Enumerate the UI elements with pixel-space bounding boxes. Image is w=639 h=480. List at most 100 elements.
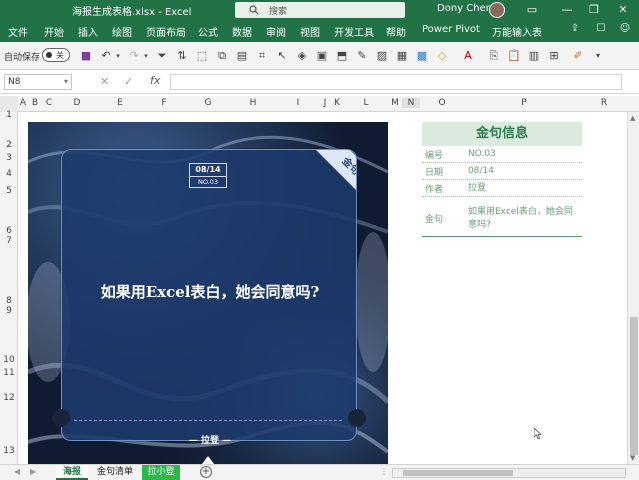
tab-developer[interactable]: 开发工具	[334, 24, 374, 39]
column-header[interactable]: A	[18, 98, 28, 108]
column-header[interactable]: H	[230, 98, 276, 108]
row-header[interactable]: 8	[0, 296, 18, 306]
tab-insert[interactable]: 插入	[78, 24, 98, 39]
tab-split-handle[interactable]: ⋮	[380, 467, 388, 476]
enter-icon[interactable]: ✓	[124, 75, 133, 88]
info-header[interactable]: 金句信息	[422, 122, 582, 146]
column-header[interactable]: E	[98, 98, 142, 108]
cancel-icon[interactable]: ✕	[100, 75, 109, 88]
tab-help[interactable]: 帮助	[386, 24, 406, 39]
row-header[interactable]: 4	[0, 169, 18, 179]
sheet-tab-quote-list[interactable]: 金句清单	[92, 465, 138, 480]
row-header[interactable]: 12	[0, 393, 18, 403]
crop-icon[interactable]: ⌗	[254, 48, 270, 64]
row-header[interactable]: 9	[0, 306, 18, 316]
horizontal-scrollbar[interactable]	[392, 468, 626, 478]
shape-icon[interactable]: ⬚	[194, 48, 210, 64]
close-button[interactable]: ✕	[609, 0, 637, 20]
fill-shape-icon[interactable]: ◈	[294, 48, 310, 64]
tab-view[interactable]: 视图	[300, 24, 320, 39]
info-row-quote[interactable]: 金句 如果用Excel表白，她会同意吗?	[422, 206, 582, 236]
clipboard-icon[interactable]: 📋	[506, 48, 522, 64]
insert-function-icon[interactable]: fx	[150, 74, 160, 87]
scroll-down-icon[interactable]: ▼	[630, 454, 635, 462]
smiley-icon[interactable]: ☺	[616, 23, 634, 39]
avatar[interactable]	[489, 2, 505, 18]
minimize-button[interactable]: —	[553, 0, 581, 20]
name-box[interactable]: N8 ▾	[4, 74, 72, 90]
edit-icon[interactable]: ✎	[354, 48, 370, 64]
column-header[interactable]: P	[464, 98, 584, 108]
info-row-author[interactable]: 作者 拉登	[422, 182, 582, 197]
row-header[interactable]: 7	[0, 236, 18, 246]
poster-image[interactable]: 金句 08/14 NO.03 如果用Excel表白，她会同意吗? — 拉登 —	[28, 122, 388, 464]
prev-sheet-icon[interactable]: ◀	[14, 467, 20, 476]
tab-file[interactable]: 文件	[8, 24, 28, 39]
format-icon[interactable]: ▩	[414, 48, 430, 64]
restore-button[interactable]: ❐	[580, 0, 608, 20]
tab-data[interactable]: 数据	[232, 24, 252, 39]
column-header[interactable]: C	[42, 98, 56, 108]
bring-forward-icon[interactable]: ⬒	[334, 48, 350, 64]
search-box[interactable]: 搜索	[235, 2, 405, 18]
tab-power-pivot[interactable]: Power Pivot	[422, 24, 480, 35]
autosave-toggle[interactable]: 关	[42, 48, 70, 62]
column-header[interactable]: R	[584, 98, 624, 108]
next-sheet-icon[interactable]: ▶	[30, 467, 36, 476]
comment-icon[interactable]: ☐	[592, 23, 610, 39]
fill-color-icon[interactable]: ◇	[434, 48, 450, 64]
formula-input[interactable]	[170, 74, 622, 90]
undo-dropdown-icon[interactable]: ▾	[110, 48, 126, 64]
share-icon[interactable]: ⇪	[566, 23, 584, 39]
save-icon[interactable]: ■	[78, 48, 94, 64]
tab-universal-input[interactable]: 万能输入表	[492, 24, 542, 39]
paste-icon[interactable]: ⎘	[486, 48, 502, 64]
column-header[interactable]: F	[142, 98, 186, 108]
table-icon[interactable]: ▦	[394, 48, 410, 64]
row-header[interactable]: 6	[0, 226, 18, 236]
scroll-thumb[interactable]	[403, 470, 513, 476]
info-row-date[interactable]: 日期 08/14	[422, 165, 582, 180]
scroll-thumb[interactable]	[630, 317, 638, 455]
number-format-icon[interactable]: ⊞	[546, 48, 562, 64]
select-icon[interactable]: ↖	[274, 48, 290, 64]
column-header[interactable]: D	[56, 98, 98, 108]
column-header[interactable]: G	[186, 98, 230, 108]
tab-page-layout[interactable]: 页面布局	[146, 24, 186, 39]
user-name[interactable]: Dony Chen	[437, 3, 492, 14]
tab-draw[interactable]: 绘图	[112, 24, 132, 39]
column-header-selected[interactable]: N	[402, 98, 420, 108]
sheet-tab-poster[interactable]: 海报	[56, 465, 88, 480]
column-header[interactable]: J	[320, 98, 330, 108]
sheet-tab-laxiaodeng[interactable]: 拉小登	[142, 465, 180, 480]
row-header[interactable]: 3	[0, 153, 18, 163]
sort-icon[interactable]: ⇅	[174, 48, 190, 64]
row-header[interactable]: 1	[0, 110, 18, 120]
ribbon-display-icon[interactable]: ▭	[518, 0, 546, 20]
tab-formulas[interactable]: 公式	[198, 24, 218, 39]
align-icon[interactable]: ▤	[234, 48, 250, 64]
redo-dropdown-icon[interactable]: ▾	[138, 48, 154, 64]
column-header[interactable]: O	[420, 98, 464, 108]
row-header[interactable]: 13	[0, 446, 18, 456]
tab-home[interactable]: 开始	[44, 24, 64, 39]
row-header[interactable]: 5	[0, 186, 18, 196]
column-header[interactable]: L	[344, 98, 388, 108]
brush-icon[interactable]: ✐	[570, 48, 586, 64]
group-icon[interactable]: ⧉	[214, 48, 230, 64]
arrange-icon[interactable]: ▣	[314, 48, 330, 64]
scroll-up-icon[interactable]: ▲	[630, 114, 635, 122]
chart-icon[interactable]: ▥	[526, 48, 542, 64]
column-header[interactable]: M	[388, 98, 402, 108]
row-header[interactable]: 10	[0, 355, 18, 365]
picture-icon[interactable]: ▨	[374, 48, 390, 64]
font-color-icon[interactable]: A	[460, 48, 476, 64]
column-header[interactable]: K	[330, 98, 344, 108]
add-sheet-button[interactable]: +	[200, 466, 212, 478]
vertical-scrollbar[interactable]: ▲ ▼	[627, 112, 639, 464]
column-header[interactable]: B	[28, 98, 42, 108]
info-row-number[interactable]: 编号 NO.03	[422, 148, 582, 163]
row-header[interactable]: 2	[0, 140, 18, 150]
row-header[interactable]: 11	[0, 368, 18, 378]
customize-toolbar-icon[interactable]: ▾	[590, 48, 606, 64]
